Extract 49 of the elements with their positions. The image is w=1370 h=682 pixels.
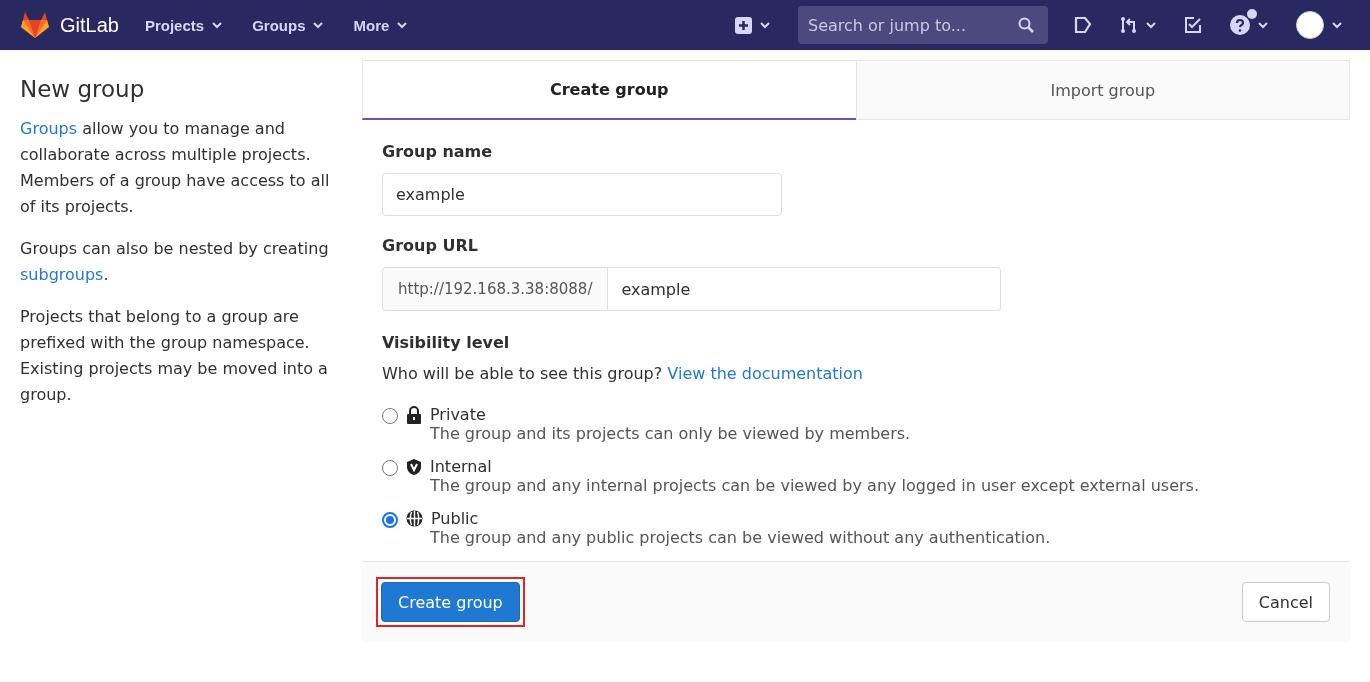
shield-icon <box>406 457 422 476</box>
option-label: Private <box>430 405 486 424</box>
nav-menu[interactable]: Projects <box>144 16 223 34</box>
group-name-field[interactable]: example <box>382 173 782 216</box>
help-icon[interactable] <box>1230 15 1250 35</box>
page-title: New group <box>20 76 146 102</box>
nav-menu[interactable]: More <box>353 16 408 34</box>
help-link[interactable]: Groups <box>20 119 78 138</box>
cancel-button[interactable]: Cancel <box>1241 582 1330 622</box>
option-label: Public <box>431 509 479 528</box>
nav-menu[interactable]: Groups <box>252 16 324 34</box>
chevron-down-icon <box>760 21 770 29</box>
help-text: Who will be able to see this group? <box>382 364 663 383</box>
group-url-field[interactable]: example <box>608 267 1001 311</box>
search-field[interactable]: Search or jump to... <box>798 6 1048 44</box>
create-group-button[interactable]: Create group <box>381 582 520 622</box>
tab[interactable]: Import group <box>855 60 1350 120</box>
chevron-down-icon <box>1146 21 1156 29</box>
radio-button[interactable] <box>382 408 398 424</box>
merge-request-icon[interactable] <box>1120 16 1138 34</box>
option-description: The group and its projects can only be viewed by members. <box>429 424 911 443</box>
option-description: The group and any public projects can be viewed without any authentication. <box>429 528 1051 547</box>
search-icon <box>1018 17 1034 33</box>
option-description: The group and any internal projects can be viewed by any logged in user except external users. <box>429 476 1199 495</box>
radio-button[interactable] <box>382 460 398 476</box>
avatar-circle[interactable] <box>1296 11 1324 39</box>
description-text: Groups can also be nested by creating subgroups. <box>20 238 330 286</box>
field-label: Visibility level <box>382 333 511 352</box>
field-label: Group name <box>382 142 494 161</box>
lock-icon <box>406 405 422 424</box>
radio-button[interactable] <box>382 512 398 528</box>
chevron-down-icon <box>1258 21 1268 29</box>
option-label: Internal <box>430 457 492 476</box>
description-text: Groups allow you to manage and collaborate across multiple projects. Members of a group have access to all of its projects. <box>20 118 331 218</box>
url-prefix: http://192.168.3.38:8088/ <box>382 267 609 311</box>
documentation-link[interactable]: View the documentation <box>667 364 863 383</box>
brand-name[interactable]: GitLab <box>60 13 119 37</box>
help-link[interactable]: subgroups <box>20 265 104 284</box>
plus-square-icon[interactable] <box>735 16 752 34</box>
fox-logo-icon[interactable] <box>20 11 50 39</box>
field-label: Group URL <box>382 236 479 255</box>
tab[interactable]: Create group <box>362 60 856 120</box>
checkbox-icon[interactable] <box>1184 16 1202 34</box>
chevron-down-icon <box>313 21 324 29</box>
globe-icon <box>406 510 423 527</box>
description-text: Projects that belong to a group are prefixed with the group namespace. Existing projects may be moved into a group. <box>20 306 329 406</box>
chevron-down-icon <box>397 21 408 29</box>
chevron-down-icon <box>1332 21 1342 29</box>
chevron-down-icon <box>212 21 223 29</box>
